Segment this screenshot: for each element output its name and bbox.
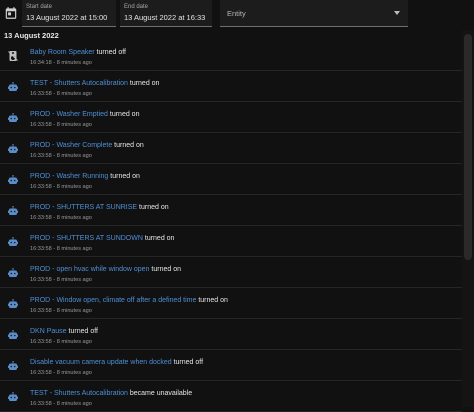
robot-icon — [8, 361, 18, 370]
robot-icon — [8, 82, 18, 91]
entry-timestamp: 16:33:58 - 8 minutes ago — [30, 153, 92, 159]
logbook-entry: TEST - Shutters Autocalibration turned o… — [0, 71, 462, 102]
entry-timestamp: 16:33:58 - 8 minutes ago — [30, 91, 92, 97]
logbook-entry: TEST - Shutters Autocalibration became u… — [0, 381, 462, 412]
filter-bar: Start date 13 August 2022 at 15:00 End d… — [0, 0, 474, 27]
logbook-entry: PROD - Washer Complete turned on 16:33:58… — [0, 133, 462, 164]
entity-link[interactable]: PROD - Washer Emptied — [30, 111, 108, 118]
end-date-value: 13 August 2022 at 16:33 — [124, 13, 206, 22]
logbook-entry: PROD - SHUTTERS AT SUNRISE turned on 16:3… — [0, 195, 462, 226]
logbook-entry: PROD - SHUTTERS AT SUNDOWN turned on 16:3… — [0, 226, 462, 257]
robot-icon — [8, 206, 18, 215]
entity-link[interactable]: Disable vacuum camera update when docked — [30, 359, 172, 366]
entity-link[interactable]: TEST - Shutters Autocalibration — [30, 80, 128, 87]
entry-timestamp: 16:33:58 - 8 minutes ago — [30, 246, 92, 252]
entry-action: turned off — [173, 359, 204, 366]
date-header: 13 August 2022 — [4, 31, 59, 40]
robot-icon — [8, 330, 18, 339]
chevron-down-icon[interactable] — [394, 11, 400, 15]
end-date-field[interactable]: End date 13 August 2022 at 16:33 — [120, 0, 212, 27]
robot-icon — [8, 299, 18, 308]
entry-timestamp: 16:33:58 - 8 minutes ago — [30, 308, 92, 314]
entry-timestamp: 16:33:58 - 8 minutes ago — [30, 401, 92, 407]
entry-action: turned on — [151, 266, 181, 273]
logbook-entry: PROD - Washer Running turned on 16:33:58 … — [0, 164, 462, 195]
entry-timestamp: 16:33:58 - 8 minutes ago — [30, 370, 92, 376]
robot-icon — [8, 392, 18, 401]
start-date-label: Start date — [26, 4, 53, 10]
entry-action: turned on — [198, 297, 228, 304]
entry-action: turned off — [68, 328, 98, 335]
logbook-entry: PROD - Window open, climate off after a … — [0, 288, 462, 319]
entry-message: PROD - SHUTTERS AT SUNRISE turned on — [30, 204, 169, 211]
start-date-field[interactable]: Start date 13 August 2022 at 15:00 — [22, 0, 116, 27]
scrollbar[interactable] — [462, 30, 474, 407]
entry-timestamp: 16:33:58 - 8 minutes ago — [30, 122, 92, 128]
entry-message: PROD - Washer Complete turned on — [30, 142, 144, 149]
entity-link[interactable]: PROD - Washer Complete — [30, 142, 112, 149]
entity-link[interactable]: DKN Pause — [30, 328, 67, 335]
entity-link[interactable]: PROD - Window open, climate off after a … — [30, 297, 196, 304]
entity-select[interactable]: Entity — [220, 0, 408, 27]
start-date-value: 13 August 2022 at 15:00 — [26, 13, 108, 22]
robot-icon — [8, 237, 18, 246]
entry-action: turned on — [110, 173, 140, 180]
entry-action: turned on — [109, 111, 140, 118]
entry-message: TEST - Shutters Autocalibration turned o… — [30, 80, 159, 87]
entry-action: became unavailable — [129, 390, 193, 397]
logbook-entry: PROD - open hvac while window open turne… — [0, 257, 462, 288]
robot-icon — [8, 144, 18, 153]
scrollbar-thumb[interactable] — [464, 34, 472, 260]
entry-timestamp: 16:34:18 - 8 minutes ago — [30, 60, 92, 66]
entity-link[interactable]: TEST - Shutters Autocalibration — [30, 390, 128, 397]
entry-action: turned on — [114, 142, 144, 149]
entry-message: DKN Pause turned off — [30, 328, 98, 335]
entry-message: Disable vacuum camera update when docked… — [30, 359, 203, 366]
entity-link[interactable]: PROD - SHUTTERS AT SUNRISE — [30, 204, 137, 211]
calendar-icon[interactable] — [4, 6, 18, 20]
entry-action: turned on — [139, 204, 169, 211]
entry-timestamp: 16:33:58 - 8 minutes ago — [30, 184, 92, 190]
entry-message: PROD - Washer Running turned on — [30, 173, 140, 180]
entry-timestamp: 16:33:58 - 8 minutes ago — [30, 215, 92, 221]
robot-icon — [8, 113, 18, 122]
entity-placeholder: Entity — [227, 9, 246, 18]
logbook-entry: PROD - Washer Emptied turned on 16:33:58 … — [0, 102, 462, 133]
entry-action: turned off — [96, 49, 126, 56]
entry-message: TEST - Shutters Autocalibration became u… — [30, 390, 192, 397]
entity-link[interactable]: PROD - SHUTTERS AT SUNDOWN — [30, 235, 143, 242]
logbook-entry: DKN Pause turned off 16:33:58 - 8 minutes… — [0, 319, 462, 350]
entry-timestamp: 16:33:58 - 8 minutes ago — [30, 277, 92, 283]
robot-icon — [8, 175, 18, 184]
logbook-entry: Baby Room Speaker turned off 16:34:18 - 8… — [0, 40, 462, 71]
robot-icon — [8, 268, 18, 277]
entry-message: PROD - SHUTTERS AT SUNDOWN turned on — [30, 235, 174, 242]
entry-action: turned on — [129, 80, 160, 87]
entry-timestamp: 16:33:58 - 8 minutes ago — [30, 339, 92, 345]
entry-message: PROD - open hvac while window open turne… — [30, 266, 181, 273]
entity-link[interactable]: PROD - Washer Running — [30, 173, 108, 180]
entity-link[interactable]: Baby Room Speaker — [30, 49, 95, 56]
entry-message: PROD - Washer Emptied turned on — [30, 111, 139, 118]
logbook-entry: Disable vacuum camera update when docked… — [0, 350, 462, 381]
end-date-label: End date — [124, 4, 149, 10]
entry-action: turned on — [144, 235, 175, 242]
entry-message: Baby Room Speaker turned off — [30, 49, 126, 56]
entry-message: PROD - Window open, climate off after a … — [30, 297, 228, 304]
speaker-icon — [8, 51, 18, 61]
entity-link[interactable]: PROD - open hvac while window open — [30, 266, 149, 273]
